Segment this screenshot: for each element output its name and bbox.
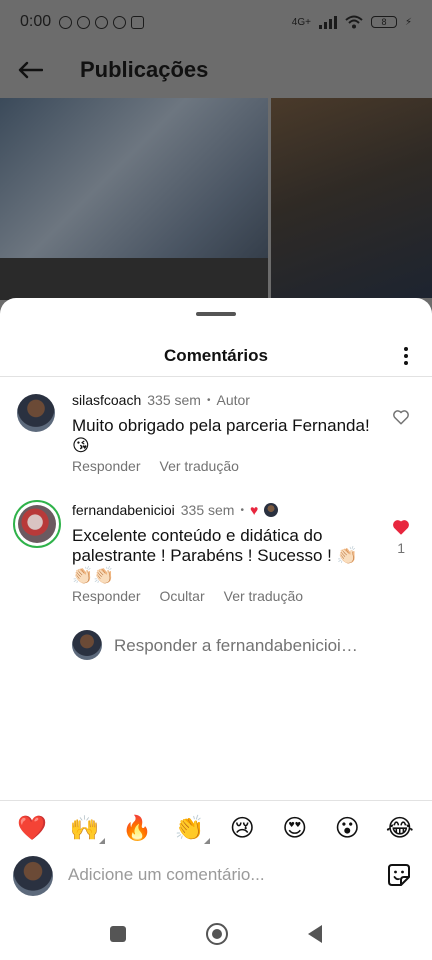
see-translation-button[interactable]: Ver tradução [160,458,239,474]
top-bar: Publicações [0,44,432,96]
headset-icon [77,15,91,29]
charging-icon: ⚡ [404,16,412,28]
hide-button[interactable]: Ocultar [160,588,205,604]
comments-sheet: Comentários silasfcoach 335 sem • Autor … [0,298,432,960]
reply-button[interactable]: Responder [72,458,141,474]
like-count: 1 [397,540,405,556]
emoji-fire-button[interactable]: 🔥 [119,814,155,842]
comment-username[interactable]: fernandabenicioi [72,502,175,518]
separator-dot: • [240,504,244,516]
sheet-header: Comentários [0,338,432,374]
emoji-heart-eyes-button[interactable]: 😍 [277,814,313,842]
post-photo[interactable] [0,258,268,300]
recent-apps-button[interactable] [110,926,126,942]
location-icon [95,15,109,29]
emoji-raised-hands-button[interactable]: 🙌 [67,814,105,844]
comment-composer [0,854,432,896]
comment-username[interactable]: silasfcoach [72,392,141,408]
comment-item: silasfcoach 335 sem • Autor Muito obriga… [0,390,432,480]
page-title: Publicações [80,57,209,82]
background-page: 0:00 4G+ 8 ⚡ Publicações [0,0,432,320]
emoji-bar: ❤️ 🙌 🔥 👏 😢 😍 😮 😂 [0,810,432,846]
reply-row[interactable]: Responder a fernandabenicioi… [0,630,432,664]
status-time: 0:00 [20,13,52,30]
battery-level: 8 [381,17,387,27]
heart-icon[interactable] [392,408,410,426]
avatar-story-ring[interactable] [13,500,61,548]
divider [0,376,432,377]
reply-input[interactable]: Responder a fernandabenicioi… [114,636,358,656]
system-nav-bar [0,908,432,960]
emoji-clap-button[interactable]: 👏 [172,814,210,844]
emoji-heart-button[interactable]: ❤️ [14,814,50,842]
see-translation-button[interactable]: Ver tradução [224,588,303,604]
separator-dot: • [206,394,211,406]
post-photo[interactable] [0,98,268,300]
sticker-icon[interactable] [386,862,412,888]
network-type: 4G+ [291,16,311,28]
avatar [13,856,53,896]
system-back-button[interactable] [308,925,322,943]
avatar[interactable] [17,394,55,432]
back-button[interactable] [0,44,60,96]
author-liked-heart-icon: ♥ [249,502,259,518]
avatar [18,505,56,543]
heart-filled-icon[interactable] [392,518,410,536]
drag-handle[interactable] [196,312,236,316]
emoji-surprised-button[interactable]: 😮 [329,814,365,842]
alarm-icon [59,15,73,29]
comment-time: 335 sem [147,392,201,408]
instagram-icon [131,15,145,29]
status-icons [59,15,145,29]
comment-text: Muito obrigado pela parceria Fernanda! 😘 [72,416,370,455]
navigation-icon [113,15,127,29]
author-mini-avatar [264,503,279,517]
post-grid [0,98,432,308]
avatar [72,630,102,660]
comment-input[interactable] [68,862,368,888]
more-options-button[interactable] [394,344,418,368]
emoji-laughing-button[interactable]: 😂 [382,814,418,842]
comment-text: Excelente conteúdo e didática do palestr… [72,526,358,585]
comment-time: 335 sem [180,502,235,518]
signal-icon [318,15,337,29]
status-bar: 0:00 4G+ 8 ⚡ [0,0,432,44]
comment-item: fernandabenicioi 335 sem • ♥ Excelente c… [0,500,432,610]
reply-button[interactable]: Responder [72,588,141,604]
post-photo[interactable] [271,98,432,298]
divider [0,800,432,801]
home-button[interactable] [206,923,228,945]
battery-icon: 8 [370,16,397,28]
sheet-title: Comentários [164,346,268,365]
emoji-crying-button[interactable]: 😢 [224,814,260,842]
wifi-icon [345,15,363,29]
author-badge: Autor [216,392,250,408]
arrow-left-icon [18,61,43,79]
